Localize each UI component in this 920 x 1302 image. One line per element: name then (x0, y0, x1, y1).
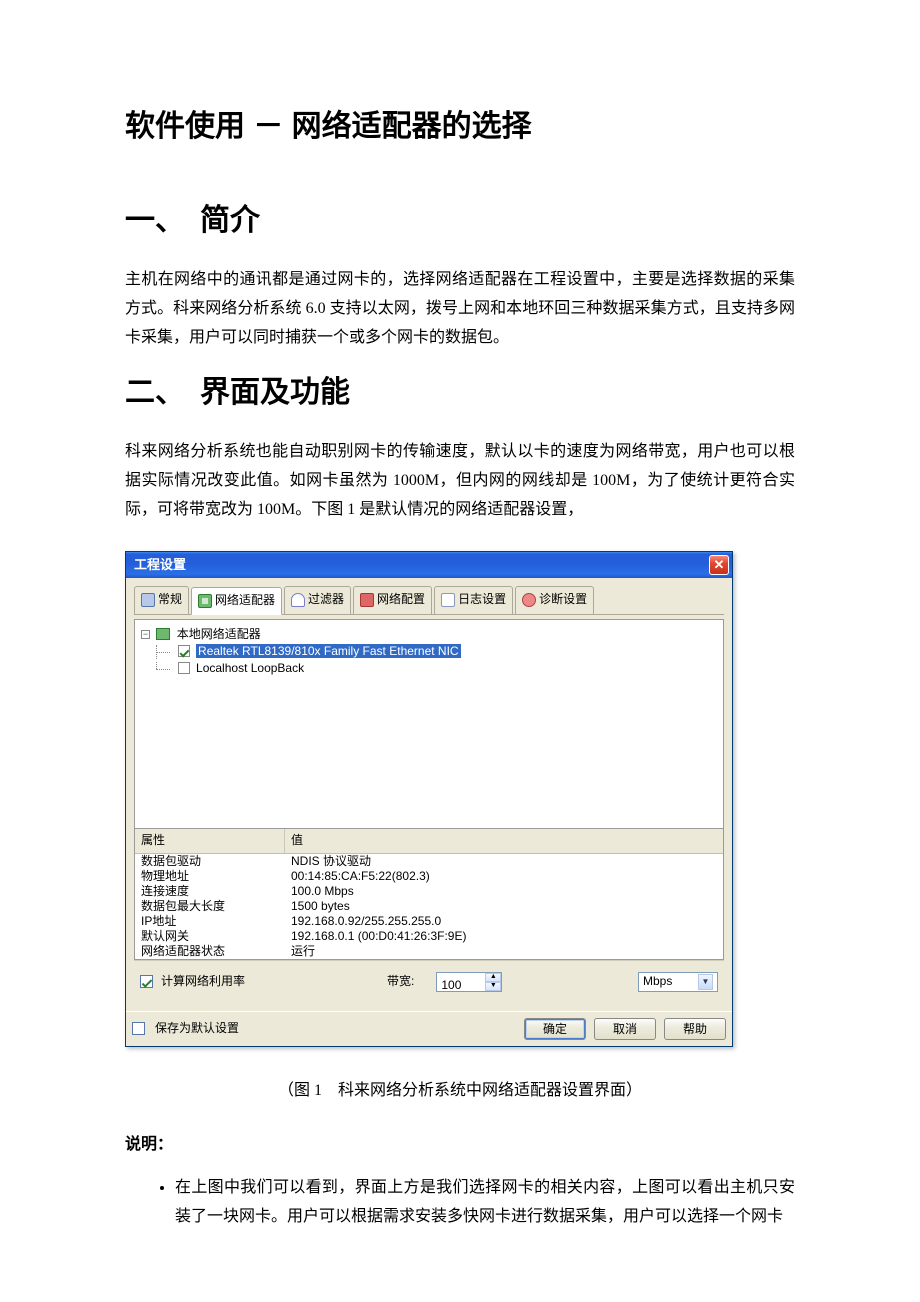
prop-row: IP地址 192.168.0.92/255.255.255.0 (135, 914, 723, 929)
adapter-group-icon (156, 628, 170, 640)
bandwidth-label: 带宽: (387, 971, 414, 993)
prop-header-attr: 属性 (135, 829, 285, 853)
prop-key: IP地址 (135, 914, 285, 929)
adapter-tree[interactable]: − 本地网络适配器 Realtek RTL8139/810x Family Fa… (134, 619, 724, 829)
prop-row: 物理地址 00:14:85:CA:F5:22(802.3) (135, 869, 723, 884)
bandwidth-unit-select[interactable]: Mbps ▼ (638, 972, 718, 992)
prop-val: 100.0 Mbps (285, 884, 723, 899)
project-settings-dialog: 工程设置 ✕ 常规 网络适配器 过滤器 网络配置 (125, 551, 733, 1047)
prop-val: 00:14:85:CA:F5:22(802.3) (285, 869, 723, 884)
tree-loopback-label: Localhost LoopBack (196, 661, 304, 675)
prop-val: 运行 (285, 944, 723, 959)
tab-log-settings[interactable]: 日志设置 (434, 586, 513, 615)
property-grid: 属性 值 数据包驱动 NDIS 协议驱动 物理地址 00:14:85:CA:F5… (134, 829, 724, 960)
prop-key: 物理地址 (135, 869, 285, 884)
tab-general-label: 常规 (158, 589, 182, 611)
tab-adapter-label: 网络适配器 (215, 590, 275, 612)
dialog-titlebar[interactable]: 工程设置 ✕ (126, 552, 732, 578)
calc-utilization-checkbox[interactable] (140, 975, 153, 988)
save-default-label: 保存为默认设置 (155, 1018, 239, 1040)
tab-diagnostics[interactable]: 诊断设置 (515, 586, 594, 615)
tab-network-adapter[interactable]: 网络适配器 (191, 587, 282, 616)
calc-utilization-label: 计算网络利用率 (161, 971, 245, 993)
property-header: 属性 值 (135, 829, 723, 854)
dialog-footer: 保存为默认设置 确定 取消 帮助 (126, 1011, 732, 1046)
dialog-title: 工程设置 (134, 553, 709, 576)
doc-title: 软件使用 － 网络适配器的选择 (125, 100, 795, 154)
chevron-down-icon: ▼ (698, 974, 713, 990)
tree-item-loopback[interactable]: Localhost LoopBack (141, 660, 717, 677)
log-icon (441, 593, 455, 607)
prop-val: 192.168.0.1 (00:D0:41:26:3F:9E) (285, 929, 723, 944)
bandwidth-input[interactable]: 100 ▲ ▼ (436, 972, 502, 992)
prop-row: 连接速度 100.0 Mbps (135, 884, 723, 899)
filter-icon (291, 593, 305, 607)
diag-icon (522, 593, 536, 607)
tab-filter[interactable]: 过滤器 (284, 586, 351, 615)
settings-tab-strip: 常规 网络适配器 过滤器 网络配置 日志设置 诊断设置 (134, 584, 724, 616)
section-2-title: 二、 界面及功能 (125, 366, 795, 420)
prop-val: NDIS 协议驱动 (285, 854, 723, 869)
save-default-checkbox[interactable] (132, 1022, 145, 1035)
tree-root[interactable]: − 本地网络适配器 (141, 626, 717, 643)
bandwidth-unit-value: Mbps (643, 971, 672, 993)
tab-general[interactable]: 常规 (134, 586, 189, 615)
close-button[interactable]: ✕ (709, 555, 729, 575)
prop-row: 数据包驱动 NDIS 协议驱动 (135, 854, 723, 869)
tab-filter-label: 过滤器 (308, 589, 344, 611)
help-button[interactable]: 帮助 (664, 1018, 726, 1040)
tab-log-label: 日志设置 (458, 589, 506, 611)
explanation-heading: 说明： (125, 1131, 795, 1160)
prop-key: 网络适配器状态 (135, 944, 285, 959)
prop-row: 数据包最大长度 1500 bytes (135, 899, 723, 914)
prop-key: 数据包最大长度 (135, 899, 285, 914)
nic-checkbox[interactable] (178, 645, 190, 657)
netcfg-icon (360, 593, 374, 607)
cancel-button[interactable]: 取消 (594, 1018, 656, 1040)
adapter-icon (198, 594, 212, 608)
tree-line-icon (152, 645, 174, 659)
loopback-checkbox[interactable] (178, 662, 190, 674)
prop-key: 数据包驱动 (135, 854, 285, 869)
explanation-item: 在上图中我们可以看到，界面上方是我们选择网卡的相关内容，上图可以看出主机只安装了… (175, 1174, 795, 1232)
explanation-list: 在上图中我们可以看到，界面上方是我们选择网卡的相关内容，上图可以看出主机只安装了… (125, 1174, 795, 1232)
prop-key: 连接速度 (135, 884, 285, 899)
prop-header-val: 值 (285, 829, 723, 853)
tree-item-nic[interactable]: Realtek RTL8139/810x Family Fast Etherne… (141, 643, 717, 660)
general-icon (141, 593, 155, 607)
tree-root-label: 本地网络适配器 (177, 627, 261, 641)
bandwidth-row: 计算网络利用率 带宽: 100 ▲ ▼ Mbps ▼ (134, 960, 724, 1003)
tree-line-icon (152, 662, 174, 676)
prop-val: 192.168.0.92/255.255.255.0 (285, 914, 723, 929)
spin-up-button[interactable]: ▲ (485, 973, 501, 982)
prop-val: 1500 bytes (285, 899, 723, 914)
figure-caption: （图 1 科来网络分析系统中网络适配器设置界面） (125, 1077, 795, 1106)
section-1-title: 一、 简介 (125, 194, 795, 248)
section-2-paragraph: 科来网络分析系统也能自动职别网卡的传输速度，默认以卡的速度为网络带宽，用户也可以… (125, 438, 795, 524)
spin-down-button[interactable]: ▼ (485, 982, 501, 991)
prop-row: 默认网关 192.168.0.1 (00:D0:41:26:3F:9E) (135, 929, 723, 944)
bandwidth-value[interactable]: 100 (437, 973, 485, 991)
tab-netcfg-label: 网络配置 (377, 589, 425, 611)
tree-nic-label: Realtek RTL8139/810x Family Fast Etherne… (196, 644, 461, 658)
ok-button[interactable]: 确定 (524, 1018, 586, 1040)
intro-paragraph: 主机在网络中的通讯都是通过网卡的，选择网络适配器在工程设置中，主要是选择数据的采… (125, 266, 795, 352)
tab-network-config[interactable]: 网络配置 (353, 586, 432, 615)
close-icon: ✕ (714, 553, 725, 576)
prop-key: 默认网关 (135, 929, 285, 944)
prop-row: 网络适配器状态 运行 (135, 944, 723, 959)
tab-diag-label: 诊断设置 (539, 589, 587, 611)
collapse-icon[interactable]: − (141, 630, 150, 639)
